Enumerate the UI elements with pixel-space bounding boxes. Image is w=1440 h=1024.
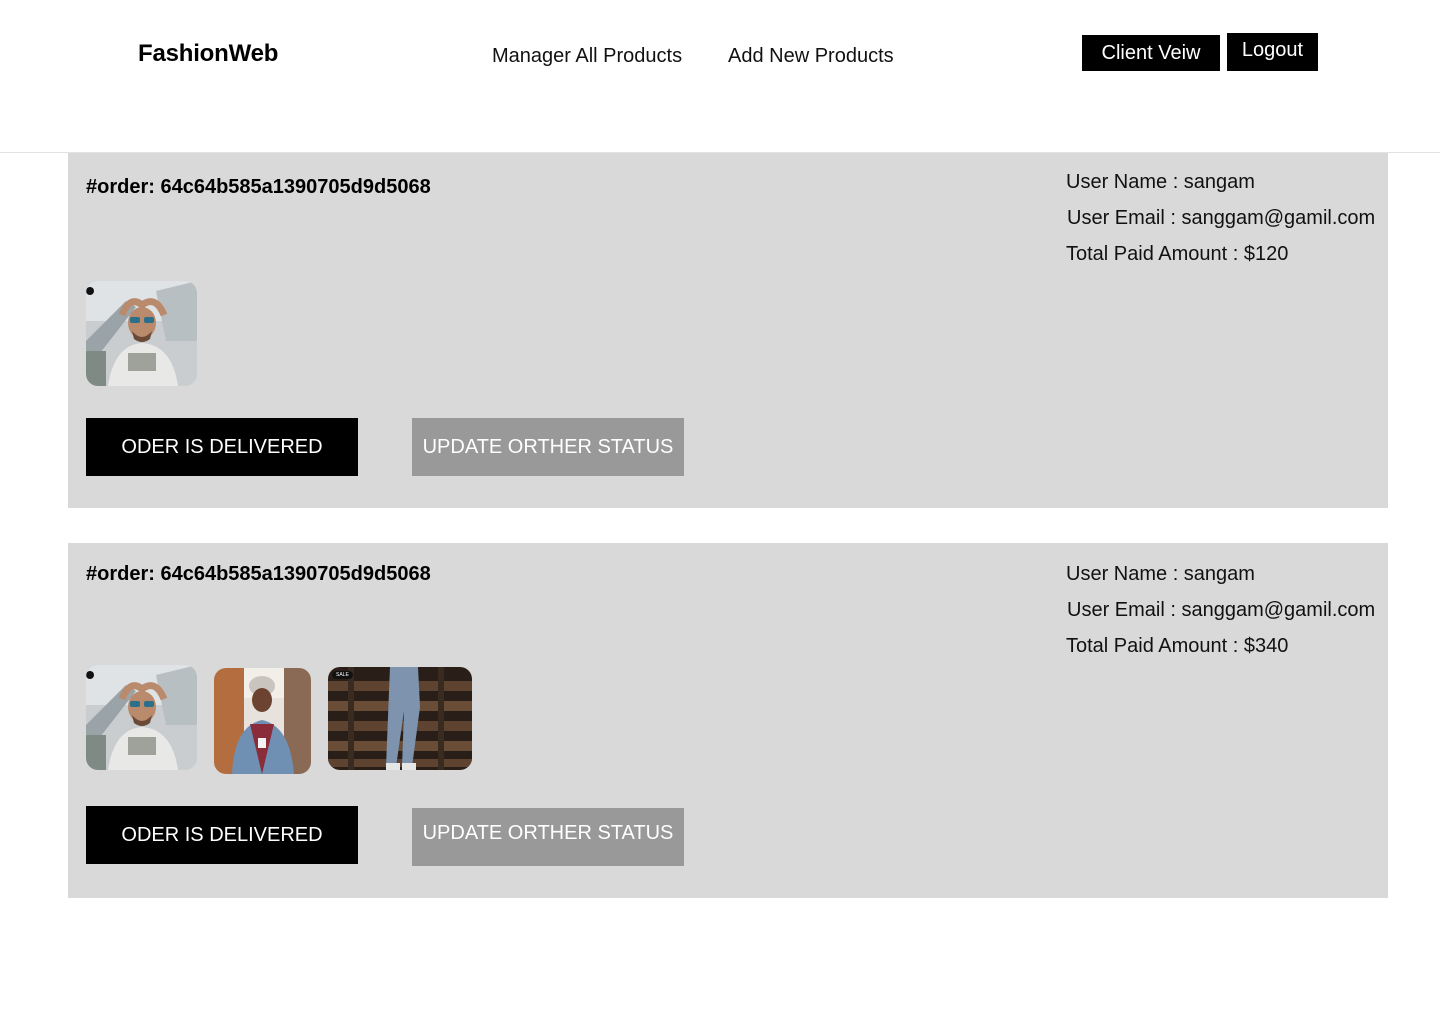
man-sunglasses-photo	[86, 281, 197, 386]
order-delivered-button[interactable]: ODER IS DELIVERED	[86, 418, 358, 476]
sale-badge: SALE	[332, 671, 353, 679]
user-email: User Email : sanggam@gamil.com	[1067, 599, 1376, 621]
man-denim-jacket-photo	[214, 668, 311, 774]
user-email: User Email : sanggam@gamil.com	[1067, 207, 1376, 229]
nav-add-products[interactable]: Add New Products	[728, 45, 894, 68]
man-sunglasses-photo	[86, 665, 197, 770]
product-thumbnail[interactable]	[86, 665, 197, 770]
user-name: User Name : sangam	[1066, 563, 1255, 585]
brand-logo[interactable]: FashionWeb	[138, 40, 278, 68]
order-product-images	[86, 281, 214, 386]
order-id: #order: 64c64b585a1390705d9d5068	[86, 563, 431, 585]
product-thumbnail[interactable]	[86, 281, 197, 386]
client-view-button[interactable]: Client Veiw	[1082, 35, 1220, 71]
jeans-pallets-photo	[328, 667, 472, 770]
order-card: #order: 64c64b585a1390705d9d5068 User Na…	[68, 543, 1388, 898]
order-user-info: User Name : sangam User Email : sanggam@…	[1066, 164, 1375, 272]
site-header: FashionWeb Manager All Products Add New …	[0, 0, 1440, 153]
order-user-info: User Name : sangam User Email : sanggam@…	[1066, 556, 1375, 664]
logout-button[interactable]: Logout	[1227, 33, 1318, 71]
update-order-status-button[interactable]: UPDATE ORTHER STATUS	[412, 418, 684, 476]
update-order-status-button[interactable]: UPDATE ORTHER STATUS	[412, 808, 684, 866]
total-paid: Total Paid Amount : $120	[1066, 243, 1289, 265]
order-card: #order: 64c64b585a1390705d9d5068 User Na…	[68, 153, 1388, 508]
total-paid: Total Paid Amount : $340	[1066, 635, 1289, 657]
user-name: User Name : sangam	[1066, 171, 1255, 193]
nav-manage-products[interactable]: Manager All Products	[492, 45, 682, 68]
product-thumbnail[interactable]: SALE	[328, 667, 472, 770]
order-id: #order: 64c64b585a1390705d9d5068	[86, 176, 431, 198]
order-delivered-button[interactable]: ODER IS DELIVERED	[86, 806, 358, 864]
order-product-images: SALE	[86, 665, 489, 774]
product-thumbnail[interactable]	[214, 668, 311, 774]
